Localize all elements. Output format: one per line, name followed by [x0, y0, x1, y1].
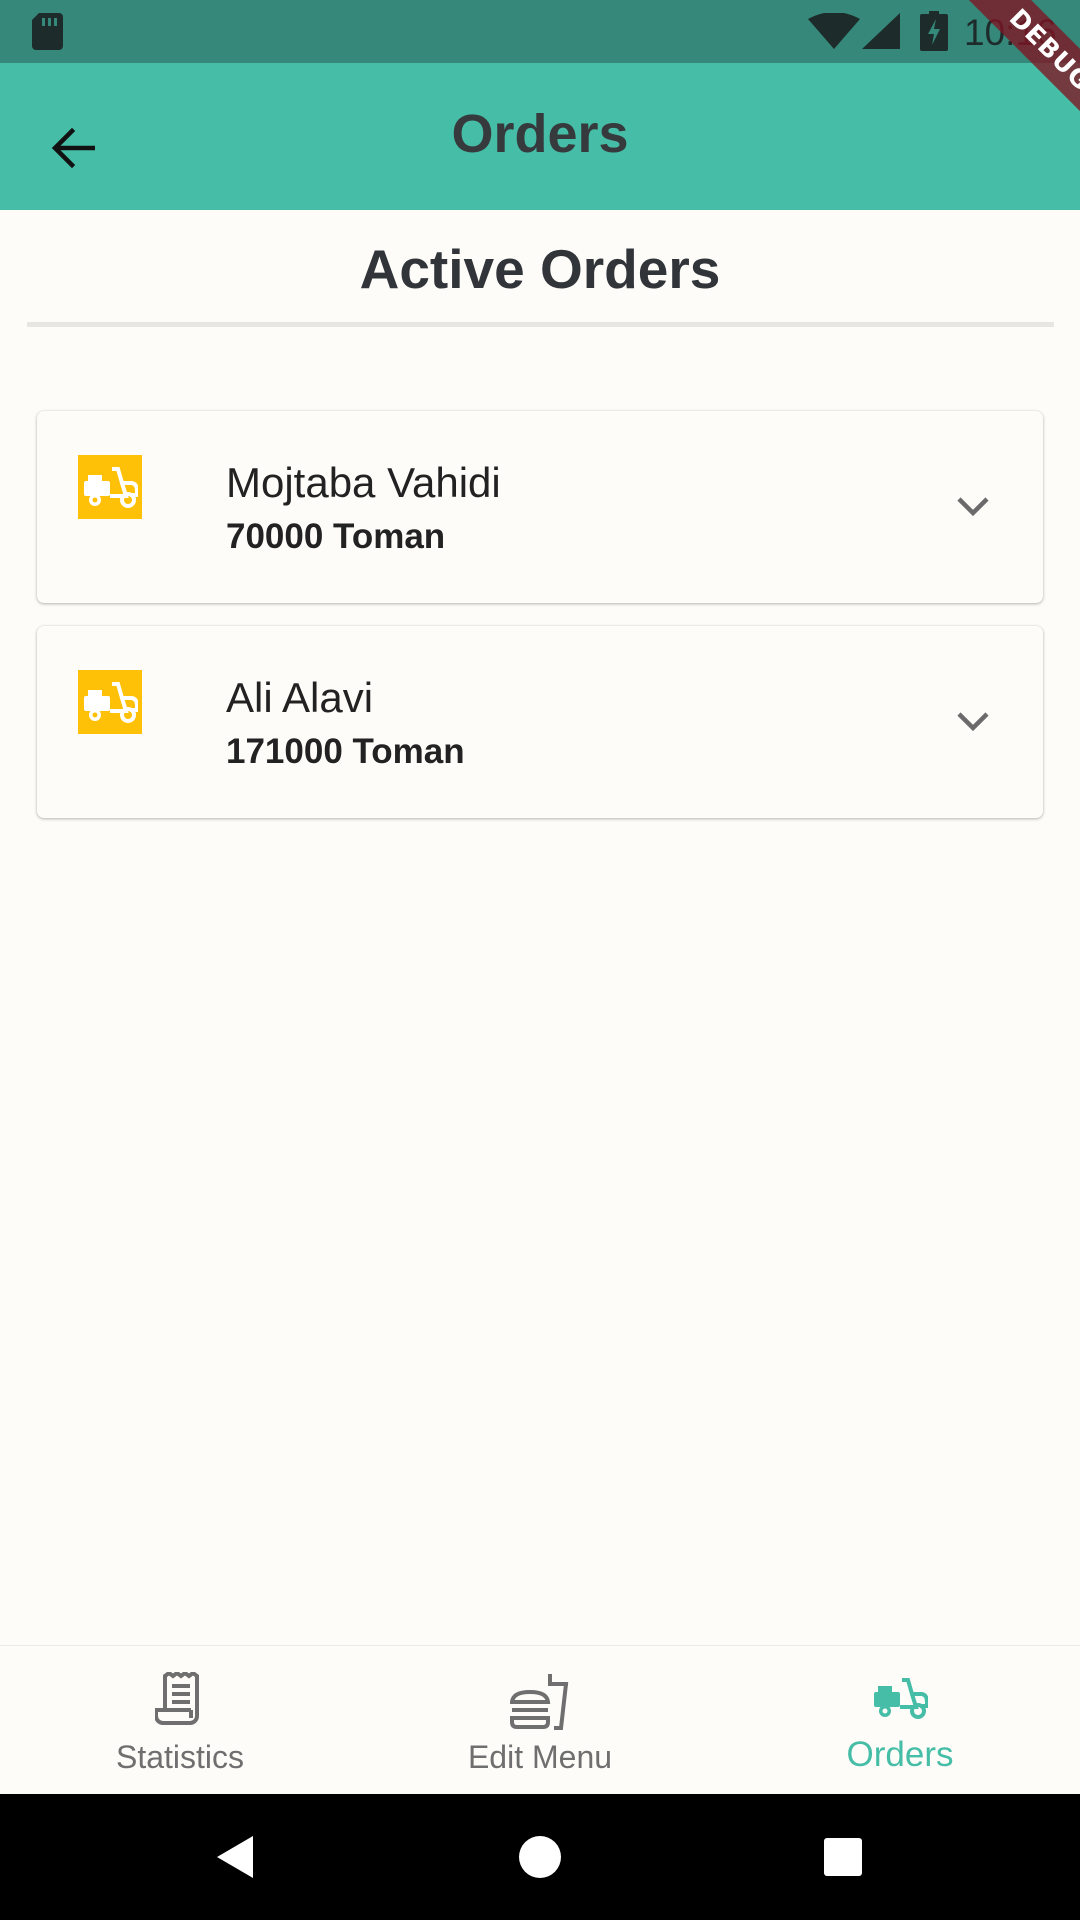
orders-screen: 10:16 DEBUG Orders Active Orders [0, 0, 1080, 1920]
expand-button[interactable] [947, 481, 999, 533]
nav-item-statistics[interactable]: Statistics [0, 1646, 360, 1795]
order-amount: 70000 Toman [226, 517, 446, 556]
circle-home-icon [519, 1836, 561, 1878]
customer-name: Ali Alavi [226, 674, 374, 721]
status-bar: 10:16 [0, 0, 1080, 63]
sd-card-icon [32, 13, 63, 50]
nav-label: Edit Menu [467, 1739, 613, 1775]
section-divider [27, 322, 1054, 327]
app-bar: Orders [0, 63, 1080, 210]
order-card[interactable]: Mojtaba Vahidi 70000 Toman [37, 411, 1043, 603]
triangle-back-icon [217, 1836, 253, 1878]
order-card[interactable]: Ali Alavi 171000 Toman [37, 626, 1043, 818]
order-status-badge [78, 670, 142, 734]
page-title: Orders [451, 104, 629, 164]
customer-name: Mojtaba Vahidi [226, 459, 501, 506]
delivery-scooter-icon [84, 467, 138, 508]
system-recents-button[interactable] [808, 1794, 878, 1920]
section-title: Active Orders [359, 238, 721, 300]
chevron-down-icon [957, 712, 989, 732]
system-home-button[interactable] [505, 1794, 575, 1920]
system-navigation-bar [0, 1794, 1080, 1920]
expand-button[interactable] [947, 696, 999, 748]
nav-item-orders[interactable]: Orders [720, 1646, 1080, 1795]
nav-item-edit-menu[interactable]: Edit Menu [360, 1646, 720, 1795]
delivery-scooter-icon [874, 1678, 928, 1719]
chevron-down-icon [957, 497, 989, 517]
fastfood-icon [510, 1674, 569, 1730]
receipt-icon [155, 1672, 199, 1725]
delivery-scooter-icon [84, 682, 138, 723]
nav-label: Orders [846, 1735, 954, 1774]
system-back-button[interactable] [200, 1794, 270, 1920]
nav-label: Statistics [115, 1739, 245, 1775]
battery-charging-icon [920, 11, 948, 51]
wifi-icon [808, 13, 860, 49]
order-status-badge [78, 455, 142, 519]
signal-icon [862, 13, 900, 49]
order-amount: 171000 Toman [226, 732, 465, 771]
square-recents-icon [824, 1838, 862, 1876]
bottom-navigation: Statistics Edit Menu Orders [0, 1645, 1080, 1794]
